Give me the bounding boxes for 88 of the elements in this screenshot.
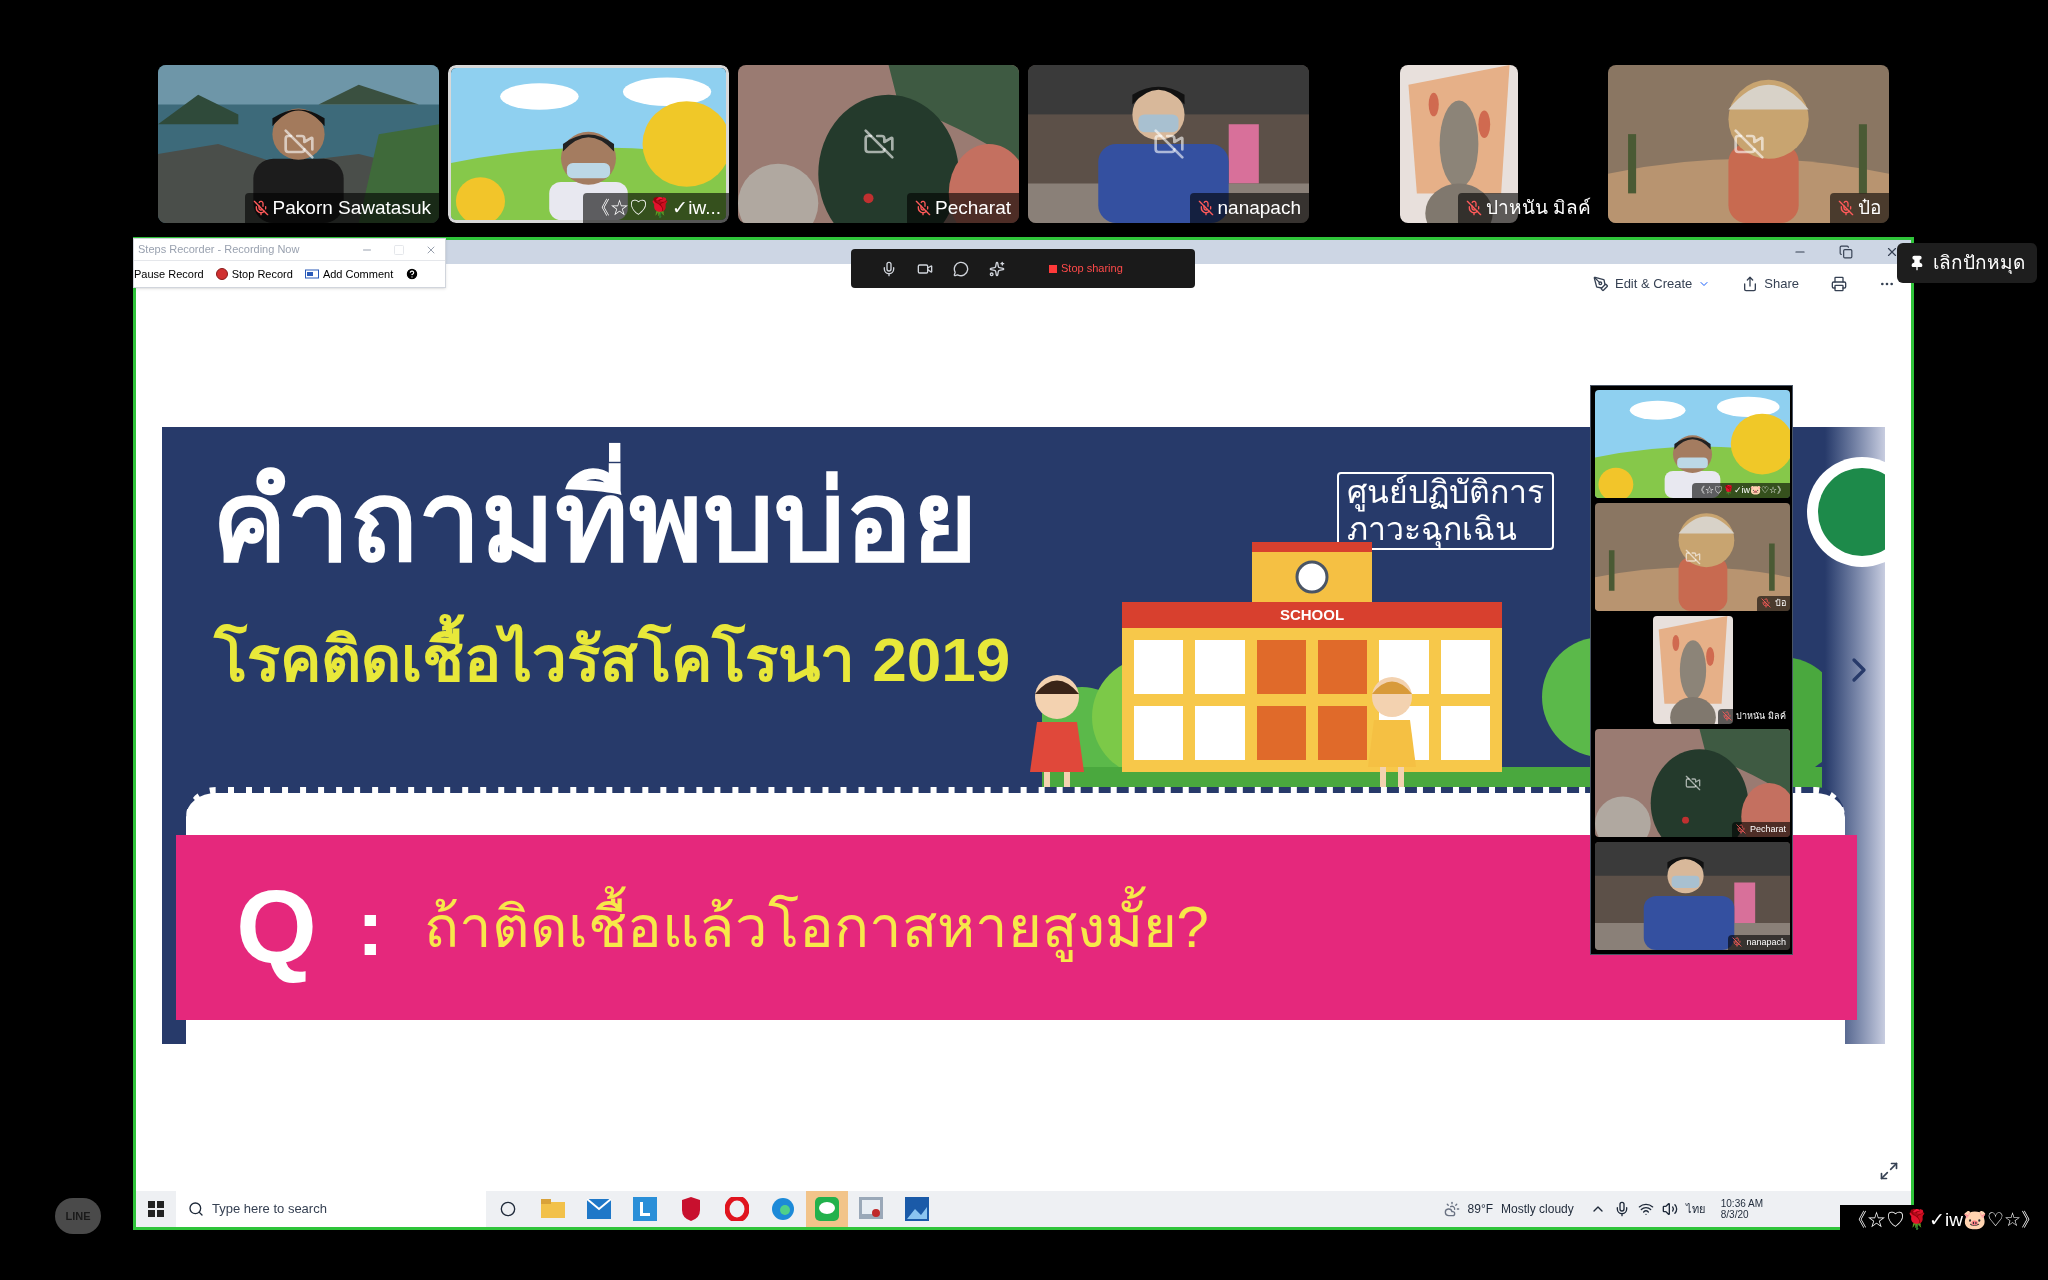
chat-icon[interactable] [953, 260, 969, 277]
school-window [1256, 640, 1306, 694]
mic-muted-icon [1465, 199, 1482, 216]
recorder-button[interactable]: Add Comment [304, 265, 394, 283]
participant-name: Pecharat [934, 195, 1011, 220]
mic-muted-icon [1197, 199, 1214, 216]
mic-muted-icon [914, 199, 931, 216]
mail-icon[interactable] [587, 1199, 611, 1219]
camera-off-icon [282, 128, 315, 160]
stop-sharing-button[interactable]: Stop sharing [1049, 260, 1123, 277]
participant-name: nanapach [1217, 195, 1301, 220]
search-placeholder: Type here to search [212, 1200, 327, 1219]
clock-date: 8/3/20 [1720, 1209, 1750, 1220]
slide-subtitle: โรคติดเชื้อไวรัสโคโรนา 2019 [214, 607, 1011, 713]
edit-create-button[interactable]: Edit & Create [1592, 274, 1711, 294]
school-window [1195, 640, 1245, 694]
camera-off-icon [1684, 549, 1701, 565]
school-sign: SCHOOL [1279, 604, 1345, 625]
volume-icon[interactable] [1661, 1201, 1678, 1217]
school-window [1318, 706, 1368, 760]
close-icon[interactable] [1885, 245, 1899, 259]
windows-icon[interactable] [148, 1201, 164, 1217]
recorder-button[interactable]: Pause Record [134, 265, 204, 283]
print-icon[interactable] [1831, 276, 1847, 292]
edge-icon[interactable] [771, 1197, 795, 1221]
participant-name: Pakorn Sawatasuk [272, 195, 431, 220]
participant-name: ป๋อ [1775, 596, 1786, 610]
weather-text: Mostly cloudy [1501, 1201, 1574, 1218]
mic-muted-icon [252, 199, 269, 216]
participant-name: Pecharat [1749, 822, 1786, 836]
mic-icon[interactable] [881, 260, 897, 277]
mic-muted-icon [1838, 199, 1854, 216]
question-text: ถ้าติดเชื้อแล้วโอกาสหายสูงมั้ย? [423, 875, 1209, 980]
participant-name: ป๋อ [1858, 195, 1881, 220]
clock-time: 10:36 AM [1720, 1198, 1763, 1209]
school-window [1134, 640, 1184, 694]
badge-text: ศูนย์ปฏิบัติการ [1347, 474, 1544, 511]
participant-name: 《☆♡🌹✓iw... [591, 195, 721, 220]
mic-muted-icon [1722, 711, 1733, 722]
clock-icon [1294, 559, 1330, 595]
taskbar-app-highlight[interactable] [806, 1191, 848, 1227]
help-icon[interactable] [405, 267, 420, 281]
camera-off-icon [1684, 775, 1701, 791]
shield-icon[interactable] [679, 1197, 703, 1221]
camera-off-icon [862, 128, 895, 160]
school-window [1440, 640, 1490, 694]
window-app-icon[interactable] [859, 1197, 883, 1221]
stop-icon [215, 268, 228, 280]
school-window [1195, 706, 1245, 760]
mic-muted-icon [1732, 937, 1743, 948]
window-title: Steps Recorder - Recording Now [138, 242, 300, 258]
pin-icon [1909, 255, 1925, 271]
participant-name: ปาหนัน มิลค์ [1736, 709, 1786, 723]
wifi-icon[interactable] [1637, 1201, 1654, 1217]
unpin-tooltip[interactable]: เลิกปักหมุด [1897, 243, 2037, 283]
recorder-button[interactable]: Stop Record [215, 265, 293, 283]
camera-off-icon [1732, 128, 1765, 160]
comment-icon [304, 268, 319, 280]
participant-name: ปาหนัน มิลค์ [1485, 195, 1591, 220]
mic-muted-icon [1761, 598, 1771, 609]
camera-off-icon [1152, 128, 1185, 160]
tooltip-text: เลิกปักหมุด [1933, 250, 2025, 276]
weather-temp: 89°F [1467, 1201, 1494, 1218]
share-button[interactable]: Share [1742, 274, 1799, 294]
edit-icon [1592, 276, 1609, 292]
app-tile-icon[interactable] [633, 1197, 657, 1221]
participant-name: nanapach [1746, 935, 1786, 949]
restore-icon[interactable] [1839, 245, 1853, 259]
school-window [1440, 706, 1490, 760]
q-letter: Q [236, 867, 317, 987]
weather-icon[interactable] [1443, 1201, 1460, 1217]
ring-icon[interactable] [725, 1197, 749, 1221]
mic-muted-icon [1735, 824, 1746, 835]
school-window [1318, 640, 1368, 694]
search-icon [188, 1201, 204, 1217]
photos-icon[interactable] [905, 1197, 929, 1221]
chat-app-icon [815, 1197, 839, 1221]
stop-square-icon [1049, 264, 1057, 273]
language-indicator[interactable]: ไทย [1685, 1200, 1705, 1218]
taskbar-search[interactable]: Type here to search [176, 1191, 486, 1227]
expand-icon[interactable] [1879, 1161, 1899, 1181]
participant-name: 《☆♡🌹✓iw🐷♡☆》 [1695, 483, 1786, 497]
school-window [1134, 706, 1184, 760]
sparkle-icon[interactable] [989, 260, 1005, 277]
cortana-icon[interactable] [500, 1201, 516, 1217]
school-window [1256, 706, 1306, 760]
share-icon [1742, 276, 1759, 292]
q-colon: : [356, 887, 384, 968]
